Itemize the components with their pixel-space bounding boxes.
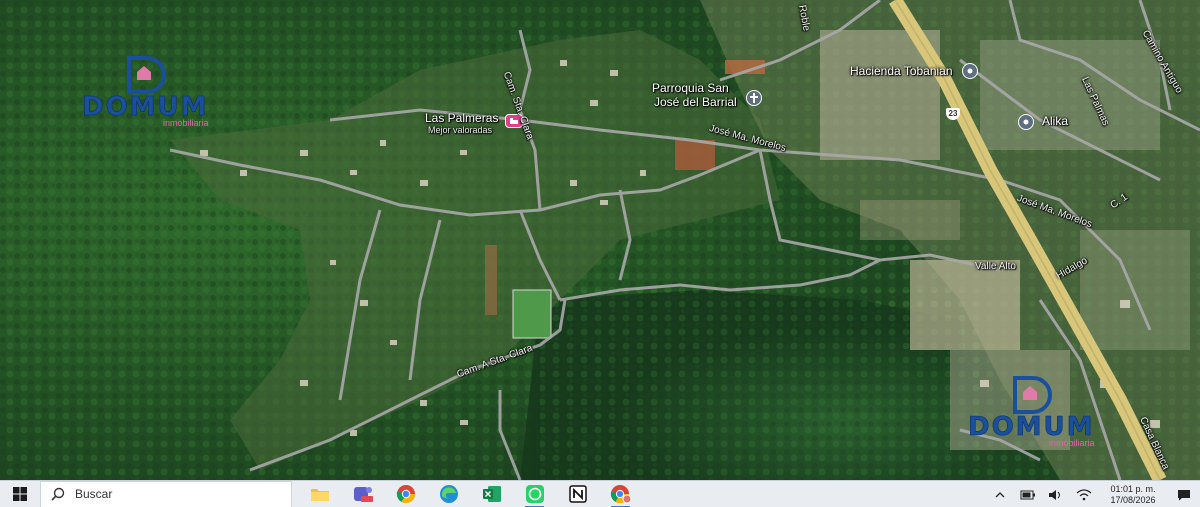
- notification-icon: [1178, 489, 1190, 500]
- taskbar-clock[interactable]: 01:01 p. m. 17/08/2026: [1098, 484, 1168, 506]
- domum-house-icon: [1009, 376, 1053, 414]
- domum-logo-bottom-right: DOMUM inmobiliaria: [968, 376, 1095, 448]
- parroquia-label-line1[interactable]: Parroquia San: [652, 82, 729, 95]
- battery-icon: [1020, 490, 1035, 499]
- show-hidden-icons-button[interactable]: [986, 481, 1014, 507]
- road-label-valle-alto: Valle Alto: [975, 261, 1016, 272]
- notion-icon: [568, 485, 587, 503]
- church-pin-icon[interactable]: [746, 90, 762, 106]
- edge-button[interactable]: [427, 481, 470, 507]
- excel-icon: [482, 486, 501, 502]
- teams-button[interactable]: [341, 481, 384, 507]
- windows-taskbar: Buscar 01:01 p. m. 17/08/2026: [0, 480, 1200, 507]
- battery-button[interactable]: [1014, 481, 1042, 507]
- start-button[interactable]: [0, 481, 40, 507]
- notifications-button[interactable]: [1168, 481, 1200, 507]
- hacienda-label[interactable]: Hacienda Tobanian: [850, 65, 953, 78]
- pinned-apps: [298, 481, 642, 507]
- alika-pin-icon[interactable]: [1018, 114, 1034, 130]
- edge-icon: [439, 485, 458, 503]
- clock-time: 01:01 p. m.: [1110, 483, 1156, 494]
- teams-icon: [353, 487, 373, 502]
- domum-wordmark: DOMUM: [82, 92, 209, 122]
- domum-subtitle: inmobiliaria: [163, 118, 209, 128]
- windows-logo-icon: [13, 487, 27, 501]
- search-placeholder: Buscar: [75, 487, 113, 501]
- parroquia-label-line2[interactable]: José del Barrial: [654, 96, 737, 109]
- excel-button[interactable]: [470, 481, 513, 507]
- system-tray: 01:01 p. m. 17/08/2026: [986, 481, 1200, 507]
- domum-wordmark: DOMUM: [968, 412, 1095, 442]
- chevron-up-icon: [995, 491, 1005, 497]
- file-explorer-button[interactable]: [298, 481, 341, 507]
- chrome-profile-button[interactable]: [599, 481, 642, 507]
- hacienda-pin-icon[interactable]: [962, 63, 978, 79]
- folder-icon: [310, 489, 329, 501]
- domum-subtitle: inmobiliaria: [1049, 438, 1095, 448]
- chrome-button[interactable]: [384, 481, 427, 507]
- network-button[interactable]: [1070, 481, 1098, 507]
- search-icon: [51, 487, 65, 501]
- wifi-icon: [1076, 488, 1092, 500]
- clock-date: 17/08/2026: [1110, 494, 1156, 505]
- alika-label[interactable]: Alika: [1042, 115, 1068, 128]
- volume-button[interactable]: [1042, 481, 1070, 507]
- domum-logo-top-left: DOMUM inmobiliaria: [82, 56, 209, 128]
- whatsapp-button[interactable]: [513, 481, 556, 507]
- domum-house-icon: [123, 56, 167, 94]
- taskbar-search-box[interactable]: Buscar: [40, 480, 292, 507]
- notion-button[interactable]: [556, 481, 599, 507]
- chrome-profile-icon: [610, 485, 631, 504]
- speaker-icon: [1049, 489, 1060, 500]
- satellite-map[interactable]: Las Palmeras Mejor valoradas Parroquia S…: [0, 0, 1200, 480]
- chrome-icon: [396, 485, 415, 504]
- whatsapp-icon: [525, 485, 544, 503]
- las-palmeras-rating: Mejor valoradas: [428, 125, 493, 135]
